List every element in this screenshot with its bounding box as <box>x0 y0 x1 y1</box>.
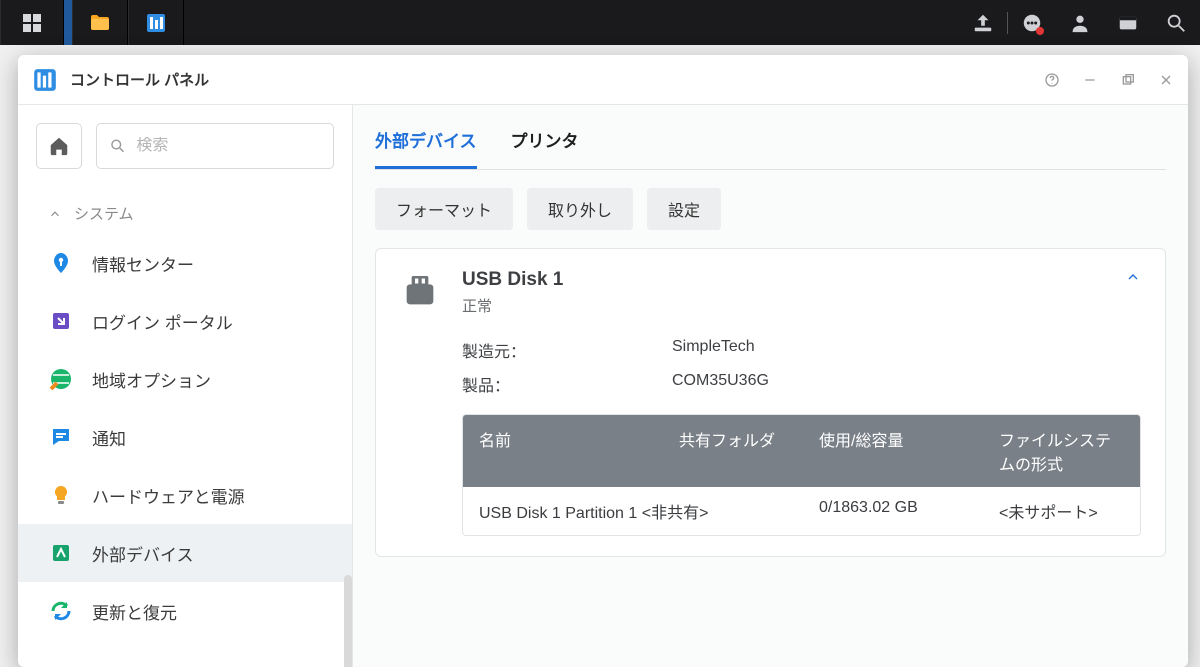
sidebar-item-label: 外部デバイス <box>92 541 194 566</box>
sidebar-section-system[interactable]: システム <box>18 187 352 234</box>
product-value: COM35U36G <box>672 372 769 396</box>
refresh-icon <box>48 598 74 624</box>
chevron-up-icon <box>1125 269 1141 285</box>
taskbar-apps-icon[interactable] <box>0 0 64 45</box>
main-panel: 外部デバイス プリンタ フォーマット 取り外し 設定 USB Disk 1 正常 <box>353 105 1188 667</box>
sidebar-item-info-center[interactable]: 情報センター <box>18 234 352 292</box>
taskbar-search-icon[interactable] <box>1152 0 1200 45</box>
chat-icon <box>48 424 74 450</box>
taskbar-widgets-icon[interactable] <box>1104 0 1152 45</box>
col-usage: 使用/総容量 <box>803 415 983 487</box>
help-button[interactable] <box>1044 72 1060 88</box>
sidebar-item-login-portal[interactable]: ログイン ポータル <box>18 292 352 350</box>
sidebar-item-label: 更新と復元 <box>92 599 177 624</box>
window-title: コントロール パネル <box>70 69 209 90</box>
sidebar-item-external-devices[interactable]: 外部デバイス <box>18 524 352 582</box>
cell-fs: <未サポート> <box>983 487 1140 535</box>
taskbar-file-manager-icon[interactable] <box>72 0 128 45</box>
sidebar-section-label: システム <box>74 203 134 224</box>
sidebar-item-label: 情報センター <box>92 251 194 276</box>
sidebar-item-label: ハードウェアと電源 <box>92 483 245 508</box>
taskbar-active-indicator <box>64 0 72 45</box>
tab-printers[interactable]: プリンタ <box>511 127 579 169</box>
device-meta: 製造元： SimpleTech 製品： COM35U36G <box>462 338 1141 396</box>
sidebar-item-update-restore[interactable]: 更新と復元 <box>18 582 352 640</box>
eject-button[interactable]: 取り外し <box>527 188 633 230</box>
control-panel-window: コントロール パネル システム <box>18 55 1188 667</box>
partition-table: 名前 共有フォルダ 使用/総容量 ファイルシステムの形式 USB Disk 1 … <box>462 414 1141 536</box>
device-icon <box>48 540 74 566</box>
info-icon <box>48 250 74 276</box>
format-button[interactable]: フォーマット <box>375 188 513 230</box>
globe-icon <box>48 366 74 392</box>
sidebar: システム 情報センター ログイン ポータル 地域オプション 通知 ハードウェアと… <box>18 105 353 667</box>
cell-name-shared: USB Disk 1 Partition 1 <非共有> <box>463 487 803 535</box>
desktop-taskbar <box>0 0 1200 45</box>
minimize-button[interactable] <box>1082 72 1098 88</box>
col-fs: ファイルシステムの形式 <box>983 415 1140 487</box>
taskbar-user-icon[interactable] <box>1056 0 1104 45</box>
toolbar: フォーマット 取り外し 設定 <box>353 170 1188 248</box>
taskbar-control-panel-icon[interactable] <box>128 0 184 45</box>
product-label: 製品： <box>462 372 672 396</box>
sidebar-item-notification[interactable]: 通知 <box>18 408 352 466</box>
collapse-toggle[interactable] <box>1125 269 1141 290</box>
usb-disk-icon <box>400 271 440 311</box>
settings-button[interactable]: 設定 <box>647 188 721 230</box>
partition-table-header: 名前 共有フォルダ 使用/総容量 ファイルシステムの形式 <box>463 415 1140 487</box>
sidebar-item-label: ログイン ポータル <box>92 309 233 334</box>
taskbar-upload-icon[interactable] <box>959 0 1007 45</box>
window-titlebar: コントロール パネル <box>18 55 1188 105</box>
sidebar-item-hardware-power[interactable]: ハードウェアと電源 <box>18 466 352 524</box>
device-title: USB Disk 1 <box>462 269 563 291</box>
close-button[interactable] <box>1158 72 1174 88</box>
maker-value: SimpleTech <box>672 338 755 362</box>
search-input[interactable] <box>136 137 321 155</box>
bulb-icon <box>48 482 74 508</box>
home-button[interactable] <box>36 123 82 169</box>
control-panel-app-icon <box>32 67 58 93</box>
search-icon <box>109 136 126 156</box>
taskbar-messages-icon[interactable] <box>1008 0 1056 45</box>
device-status: 正常 <box>462 295 563 316</box>
col-name: 名前 <box>463 415 663 487</box>
tab-external-devices[interactable]: 外部デバイス <box>375 127 477 169</box>
cell-usage: 0/1863.02 GB <box>803 487 983 535</box>
maker-label: 製造元： <box>462 338 672 362</box>
col-shared: 共有フォルダ <box>663 415 803 487</box>
sidebar-item-label: 地域オプション <box>92 367 211 392</box>
tab-bar: 外部デバイス プリンタ <box>353 105 1188 169</box>
device-card: USB Disk 1 正常 製造元： SimpleTech 製品： COM35U… <box>375 248 1166 557</box>
sidebar-item-label: 通知 <box>92 425 126 450</box>
sidebar-item-regional-options[interactable]: 地域オプション <box>18 350 352 408</box>
chevron-up-icon <box>48 207 62 221</box>
search-box[interactable] <box>96 123 334 169</box>
partition-row[interactable]: USB Disk 1 Partition 1 <非共有> 0/1863.02 G… <box>463 487 1140 535</box>
maximize-button[interactable] <box>1120 72 1136 88</box>
sidebar-scrollbar[interactable] <box>344 575 352 667</box>
portal-icon <box>48 308 74 334</box>
